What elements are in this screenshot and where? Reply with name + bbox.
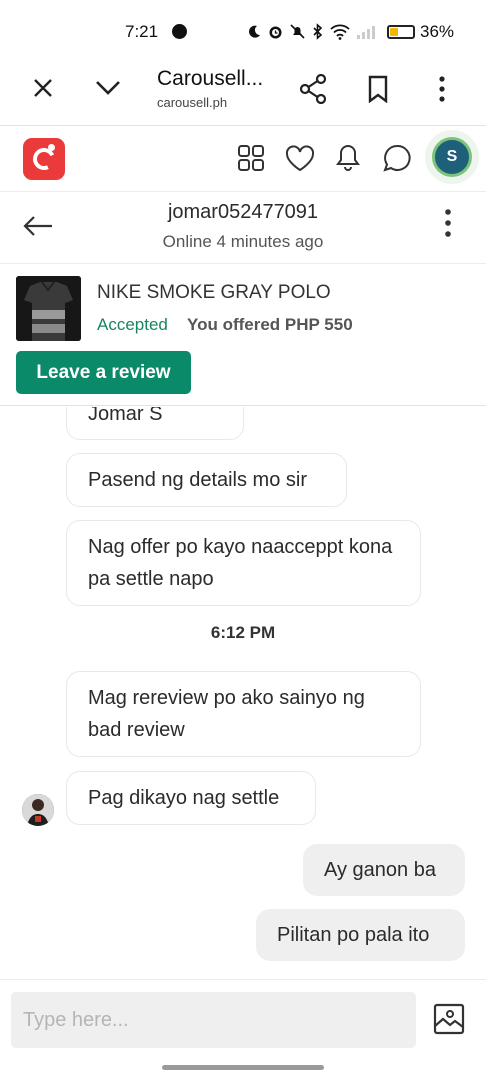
status-bar: 7:21 36% (0, 0, 486, 64)
chat-header: jomar052477091 Online 4 minutes ago (0, 192, 486, 264)
message-bubble: Jomar S (66, 407, 244, 440)
page-title: Carousell... (157, 67, 264, 90)
message-text: Pasend ng details mo sir (88, 469, 308, 491)
listing-card: NIKE SMOKE GRAY POLO Accepted You offere… (0, 264, 486, 406)
offer-status: Accepted (97, 315, 168, 334)
message-text: Pilitan po pala ito (277, 924, 430, 946)
compose-bar (0, 979, 486, 1059)
signal-icon (357, 25, 375, 39)
home-indicator[interactable] (162, 1065, 324, 1070)
message-text: Ay ganon ba (324, 859, 436, 881)
chevron-down-icon[interactable] (95, 80, 121, 96)
offer-amount: You offered PHP 550 (187, 315, 353, 334)
user-avatar[interactable]: S (432, 137, 472, 177)
message-bubble: Mag rereview po ako sainyo ng bad review (66, 671, 421, 757)
bell-icon[interactable] (334, 142, 362, 172)
heart-icon[interactable] (285, 145, 315, 172)
wifi-icon (330, 24, 350, 40)
app-header: S (0, 126, 486, 192)
message-text: Nag offer po kayo naacceppt kona pa sett… (88, 536, 393, 590)
carousell-logo[interactable] (23, 138, 65, 180)
bookmark-icon[interactable] (367, 75, 389, 103)
close-icon[interactable] (32, 77, 54, 99)
message-bubble: Nag offer po kayo naacceppt kona pa sett… (66, 520, 421, 606)
battery-fill (390, 28, 398, 36)
message-list[interactable]: Jomar S Pasend ng details mo sir Nag off… (0, 407, 486, 979)
chat-online-status: Online 4 minutes ago (162, 232, 324, 251)
message-bubble: Pasend ng details mo sir (66, 453, 347, 507)
status-time: 7:21 (125, 22, 159, 41)
listing-title: NIKE SMOKE GRAY POLO (97, 282, 331, 303)
battery-icon (387, 25, 415, 39)
chat-username[interactable]: jomar052477091 (0, 201, 486, 224)
image-attach-icon[interactable] (433, 1003, 465, 1035)
moon-icon (249, 25, 260, 38)
chat-icon[interactable] (382, 143, 412, 173)
more-vert-icon[interactable] (437, 76, 447, 102)
messenger-icon (172, 24, 187, 39)
bluetooth-icon (313, 23, 323, 40)
leave-review-button[interactable]: Leave a review (16, 351, 191, 394)
sender-avatar[interactable] (22, 794, 54, 826)
message-input[interactable] (11, 992, 416, 1048)
status-icons (246, 23, 375, 40)
share-icon[interactable] (299, 74, 327, 104)
chat-more-icon[interactable] (443, 208, 453, 238)
message-bubble-own: Pilitan po pala ito (256, 909, 465, 961)
message-text: Pag dikayo nag settle (88, 787, 280, 809)
grid-icon[interactable] (237, 144, 265, 172)
battery-percent: 36% (420, 22, 455, 41)
browser-toolbar: Carousell... carousell.ph (0, 56, 486, 126)
page-url: carousell.ph (157, 95, 228, 110)
avatar-initial: S (446, 148, 458, 165)
message-text: Jomar S (88, 407, 163, 425)
message-bubble: Pag dikayo nag settle (66, 771, 316, 825)
time-separator: 6:12 PM (210, 623, 276, 642)
mute-icon (290, 24, 305, 39)
listing-thumbnail[interactable] (16, 276, 81, 341)
alarm-icon (269, 26, 282, 39)
message-text: Mag rereview po ako sainyo ng bad review (88, 687, 365, 741)
message-bubble-own: Ay ganon ba (303, 844, 465, 896)
